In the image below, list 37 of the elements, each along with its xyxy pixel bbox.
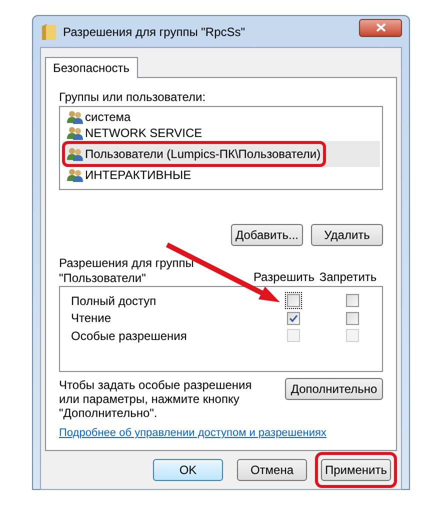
list-item[interactable]: ИНТЕРАКТИВНЫЕ	[62, 167, 380, 183]
add-button[interactable]: Добавить...	[231, 224, 303, 246]
column-header: Запретить	[319, 269, 377, 286]
users-icon	[67, 126, 83, 140]
section-label: Группы или пользователи:	[59, 89, 207, 104]
remove-button[interactable]: Удалить	[311, 224, 383, 246]
checkbox[interactable]	[344, 310, 362, 327]
checkbox[interactable]	[285, 310, 302, 327]
help-link[interactable]: Подробнее об управлении доступом и разрешениях	[59, 425, 383, 442]
list-item[interactable]: Пользователи (Lumpics-ПК\Пользователи)	[62, 141, 380, 167]
checkmark-icon	[289, 314, 298, 323]
list-item[interactable]: NETWORK SERVICE	[62, 125, 380, 141]
dialog-button[interactable]: Отмена	[237, 458, 307, 480]
permission-name: Чтение	[70, 310, 112, 328]
column-header: Разрешить	[252, 269, 316, 286]
permission-name: Особые разрешения	[70, 328, 188, 345]
folder-icon	[41, 22, 57, 40]
permission-name: Полный доступ	[70, 292, 158, 310]
user-name: Пользователи (Lumpics-ПК\Пользователи)	[85, 146, 321, 163]
advanced-button[interactable]: Дополнительно	[285, 378, 383, 400]
checkbox[interactable]	[285, 292, 302, 310]
dialog-button[interactable]: Применить	[321, 458, 391, 480]
section-label: Разрешения для группы "Пользователи"	[59, 256, 195, 286]
tab[interactable]: Безопасность	[45, 57, 138, 78]
checkbox[interactable]	[344, 292, 362, 310]
list-item[interactable]: система	[62, 109, 380, 125]
users-icon	[67, 110, 83, 124]
dialog-button[interactable]: OK	[153, 458, 223, 480]
user-name: ИНТЕРАКТИВНЫЕ	[85, 167, 192, 184]
user-name: система	[85, 109, 131, 126]
hint-text: Чтобы задать особые разрешения или параметры, нажмите кнопку "Дополнительно".	[59, 378, 253, 420]
close-icon	[376, 23, 386, 32]
close-button[interactable]	[359, 18, 402, 36]
users-icon	[67, 168, 83, 182]
window-title: Разрешения для группы "RpcSs"	[63, 24, 246, 40]
user-name: NETWORK SERVICE	[85, 125, 202, 142]
users-icon	[67, 147, 83, 161]
